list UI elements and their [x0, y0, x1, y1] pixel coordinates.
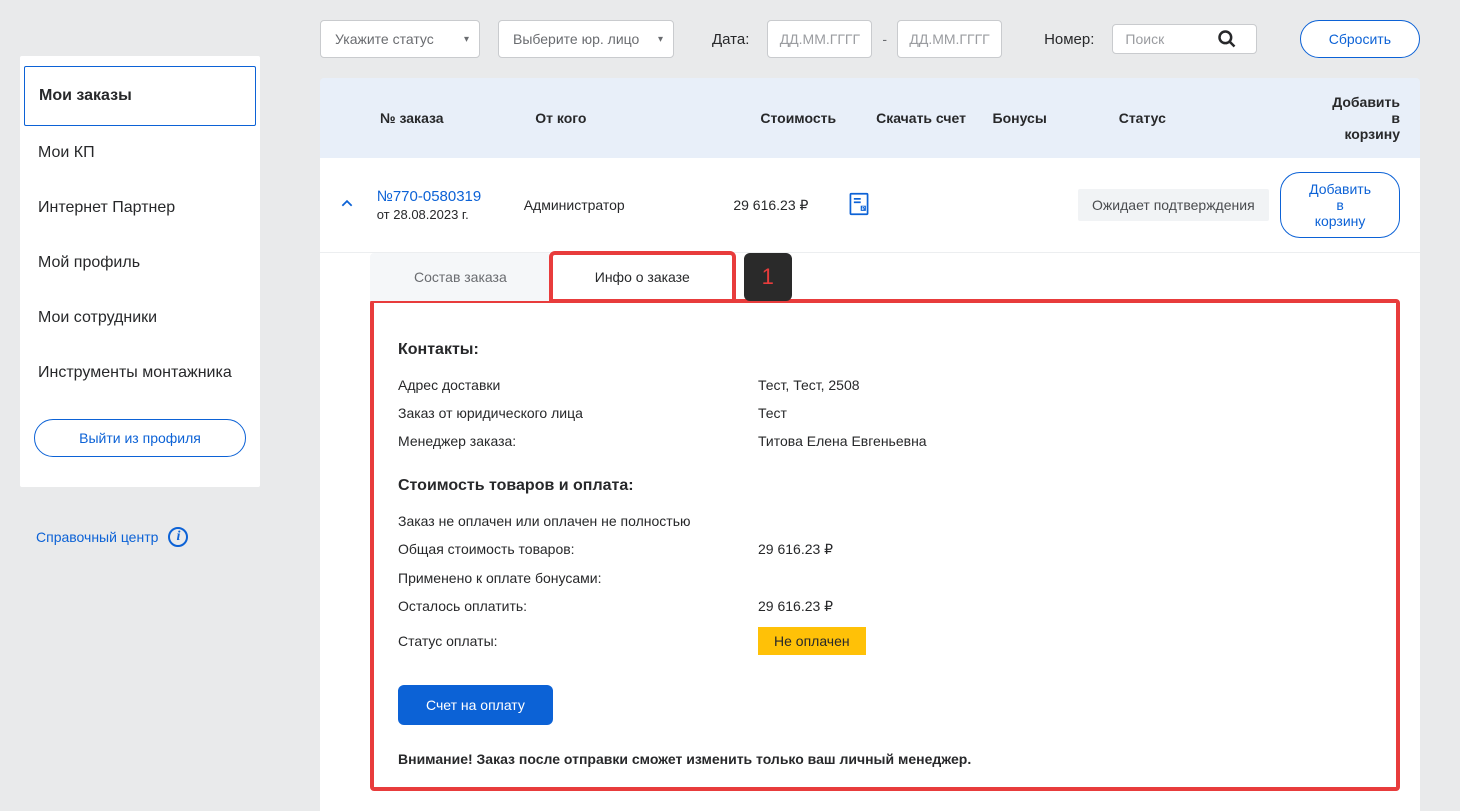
th-bill: Скачать счет — [876, 110, 992, 126]
sidebar-item-kp[interactable]: Мои КП — [20, 126, 260, 181]
collapse-toggle[interactable] — [340, 197, 377, 214]
help-link[interactable]: Справочный центр i — [36, 527, 260, 547]
info-icon: i — [168, 527, 188, 547]
legal-select[interactable]: Выберите юр. лицо ▾ — [498, 20, 674, 58]
bonus-key: Применено к оплате бонусами: — [398, 570, 758, 586]
reset-button[interactable]: Сбросить — [1300, 20, 1420, 58]
th-bonus: Бонусы — [993, 110, 1119, 126]
chevron-down-icon: ▾ — [658, 34, 663, 45]
total-val: 29 616.23 ₽ — [758, 541, 833, 558]
mgr-key: Менеджер заказа: — [398, 433, 758, 449]
th-order-no: № заказа — [380, 110, 535, 126]
th-add: Добавить в корзину — [1332, 94, 1400, 142]
payment-status-badge: Не оплачен — [758, 627, 866, 655]
sidebar-item-partner[interactable]: Интернет Партнер — [20, 181, 260, 236]
left-val: 29 616.23 ₽ — [758, 598, 833, 615]
addr-val: Тест, Тест, 2508 — [758, 377, 860, 393]
th-from: От кого — [535, 110, 719, 126]
order-date: от 28.08.2023 г. — [377, 207, 524, 222]
status-badge: Ожидает подтверждения — [1078, 189, 1269, 221]
logout-button[interactable]: Выйти из профиля — [34, 419, 246, 457]
table-header: № заказа От кого Стоимость Скачать счет … — [320, 78, 1420, 158]
th-cost: Стоимость — [720, 110, 876, 126]
order-cost: 29 616.23 ₽ — [698, 197, 848, 214]
help-label: Справочный центр — [36, 529, 158, 545]
chevron-up-icon — [340, 197, 354, 211]
th-status: Статус — [1119, 110, 1332, 126]
date-from-input[interactable] — [767, 20, 872, 58]
legal-key: Заказ от юридического лица — [398, 405, 758, 421]
legal-select-label: Выберите юр. лицо — [513, 31, 639, 47]
addr-key: Адрес доставки — [398, 377, 758, 393]
tab-info[interactable]: Инфо о заказе — [551, 253, 734, 301]
order-number-link[interactable]: №770-0580319 — [377, 188, 524, 205]
number-label: Номер: — [1044, 31, 1094, 48]
legal-val: Тест — [758, 405, 787, 421]
annotation-marker-1: 1 — [744, 253, 792, 301]
sidebar-item-staff[interactable]: Мои сотрудники — [20, 291, 260, 346]
search-input[interactable] — [1125, 31, 1217, 47]
pay-note: Заказ не оплачен или оплачен не полность… — [398, 513, 691, 529]
left-key: Осталось оплатить: — [398, 598, 758, 615]
invoice-button[interactable]: Счет на оплату — [398, 685, 553, 725]
order-row: №770-0580319 от 28.08.2023 г. Администра… — [320, 158, 1420, 253]
total-key: Общая стоимость товаров: — [398, 541, 758, 558]
invoice-icon[interactable]: ₽ — [848, 192, 870, 216]
paystatus-key: Статус оплаты: — [398, 633, 758, 649]
sidebar-item-tools[interactable]: Инструменты монтажника — [20, 346, 260, 401]
search-icon — [1217, 29, 1237, 49]
date-separator: - — [882, 31, 887, 47]
status-select[interactable]: Укажите статус ▾ — [320, 20, 480, 58]
sidebar-nav: Мои заказы Мои КП Интернет Партнер Мой п… — [20, 56, 260, 487]
tab-compose[interactable]: Состав заказа — [370, 253, 551, 301]
info-panel: Контакты: Адрес доставкиТест, Тест, 2508… — [370, 299, 1400, 791]
payment-heading: Стоимость товаров и оплата: — [398, 477, 1372, 495]
filter-bar: Укажите статус ▾ Выберите юр. лицо ▾ Дат… — [320, 0, 1420, 78]
date-to-input[interactable] — [897, 20, 1002, 58]
add-to-cart-button[interactable]: Добавить в корзину — [1280, 172, 1400, 238]
sidebar-item-orders[interactable]: Мои заказы — [24, 66, 256, 126]
warning-text: Внимание! Заказ после отправки сможет из… — [398, 751, 1372, 767]
sidebar-item-profile[interactable]: Мой профиль — [20, 236, 260, 291]
date-label: Дата: — [712, 31, 749, 48]
chevron-down-icon: ▾ — [464, 34, 469, 45]
search-box[interactable] — [1112, 24, 1257, 54]
order-from: Администратор — [524, 197, 699, 213]
status-select-label: Укажите статус — [335, 31, 434, 47]
contacts-heading: Контакты: — [398, 341, 1372, 359]
mgr-val: Титова Елена Евгеньевна — [758, 433, 927, 449]
